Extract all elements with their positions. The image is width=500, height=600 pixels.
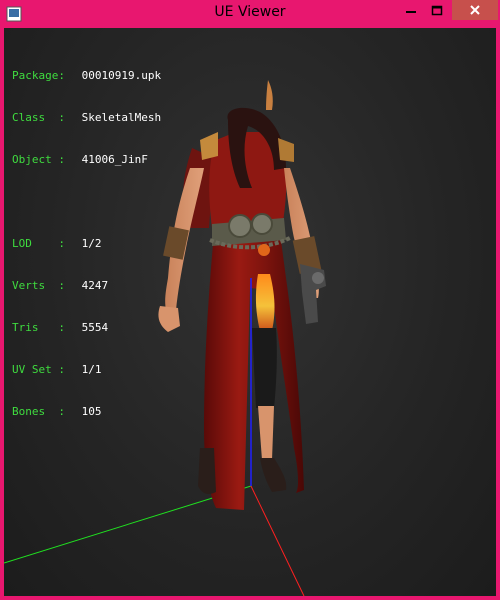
close-button[interactable] <box>452 0 498 20</box>
info-value: SkeletalMesh <box>81 111 162 124</box>
right-foot <box>260 458 287 492</box>
info-label: Object : <box>12 153 65 166</box>
info-value: 1/2 <box>81 237 102 250</box>
3d-viewport[interactable]: Package: 00010919.upk Class : SkeletalMe… <box>4 28 496 596</box>
info-label: Bones : <box>12 405 65 418</box>
gun <box>300 264 326 324</box>
info-label: Tris : <box>12 321 65 334</box>
info-value: 00010919.upk <box>81 69 162 82</box>
info-value: 4247 <box>81 279 109 292</box>
dress <box>204 233 304 510</box>
info-value: 105 <box>81 405 102 418</box>
hair-tip <box>266 80 273 110</box>
tassel-bead <box>258 244 270 256</box>
mesh-info-overlay: Package: 00010919.upk Class : SkeletalMe… <box>12 41 161 447</box>
info-label: LOD : <box>12 237 65 250</box>
pants <box>252 328 277 408</box>
shin <box>258 406 274 460</box>
left-hand <box>158 306 180 332</box>
right-shoulder <box>278 138 294 162</box>
info-row-uvset: UV Set : 1/1 <box>12 363 161 377</box>
info-label: UV Set : <box>12 363 65 376</box>
gun-cylinder <box>312 272 324 284</box>
belt-disc-1 <box>228 214 252 238</box>
maximize-button[interactable] <box>424 0 450 22</box>
title-bar[interactable]: UE Viewer <box>0 0 500 28</box>
info-label: Verts : <box>12 279 65 292</box>
info-label: Class : <box>12 111 65 124</box>
app-icon[interactable] <box>6 6 22 22</box>
info-row-object: Object : 41006_JinF <box>12 153 161 167</box>
belt-disc-2 <box>251 213 273 235</box>
minimize-button[interactable] <box>398 0 424 22</box>
info-row-verts: Verts : 4247 <box>12 279 161 293</box>
left-bracer <box>163 226 189 260</box>
info-row-lod: LOD : 1/2 <box>12 237 161 251</box>
info-value: 5554 <box>81 321 109 334</box>
close-icon <box>469 1 481 20</box>
info-label: Package: <box>12 69 65 82</box>
info-row-package: Package: 00010919.upk <box>12 69 161 83</box>
info-row-tris: Tris : 5554 <box>12 321 161 335</box>
info-value: 41006_JinF <box>81 153 148 166</box>
left-shoulder <box>200 132 218 160</box>
axis-x-line <box>250 485 305 596</box>
ue-viewer-window: UE Viewer Package: 00010919.upk Class: … <box>0 0 500 600</box>
info-row-bones: Bones : 105 <box>12 405 161 419</box>
info-row-class: Class : SkeletalMesh <box>12 111 161 125</box>
maximize-icon <box>431 2 443 21</box>
info-value: 1/1 <box>81 363 102 376</box>
minimize-icon <box>405 2 417 21</box>
left-foot <box>198 448 216 494</box>
